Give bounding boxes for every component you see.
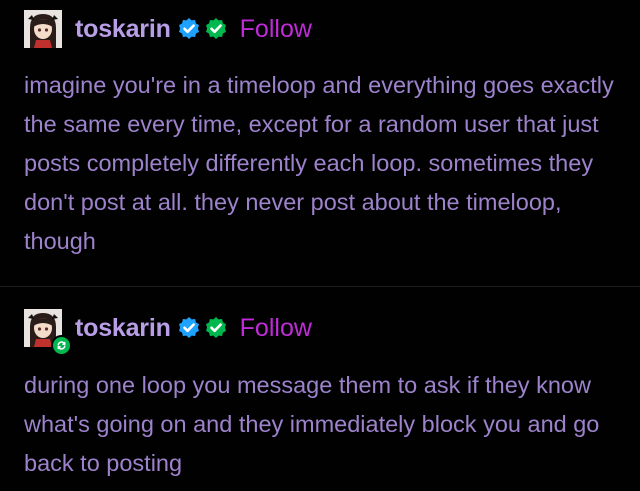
username[interactable]: toskarin — [75, 15, 171, 44]
follow-button[interactable]: Follow — [240, 314, 312, 343]
avatar[interactable] — [24, 10, 62, 48]
blue-checkmark-badge-icon — [178, 18, 199, 39]
post-body: imagine you're in a timeloop and everyth… — [24, 72, 614, 254]
green-checkmark-badge-icon — [205, 317, 226, 338]
post-original: toskarin Follow imagine you're in a time… — [0, 0, 640, 286]
verified-badges — [177, 316, 228, 340]
follow-button[interactable]: Follow — [240, 15, 312, 44]
verified-badges — [177, 17, 228, 41]
reblog-icon — [51, 335, 72, 356]
avatar[interactable] — [24, 309, 72, 356]
post-header: toskarin Follow — [24, 10, 312, 48]
post-header: toskarin Follow — [24, 309, 312, 356]
post-reblog: toskarin Follow during one loop you mess… — [0, 286, 640, 491]
blue-checkmark-badge-icon — [178, 317, 199, 338]
username[interactable]: toskarin — [75, 314, 171, 343]
post-body: during one loop you message them to ask … — [24, 372, 600, 476]
green-checkmark-badge-icon — [205, 18, 226, 39]
